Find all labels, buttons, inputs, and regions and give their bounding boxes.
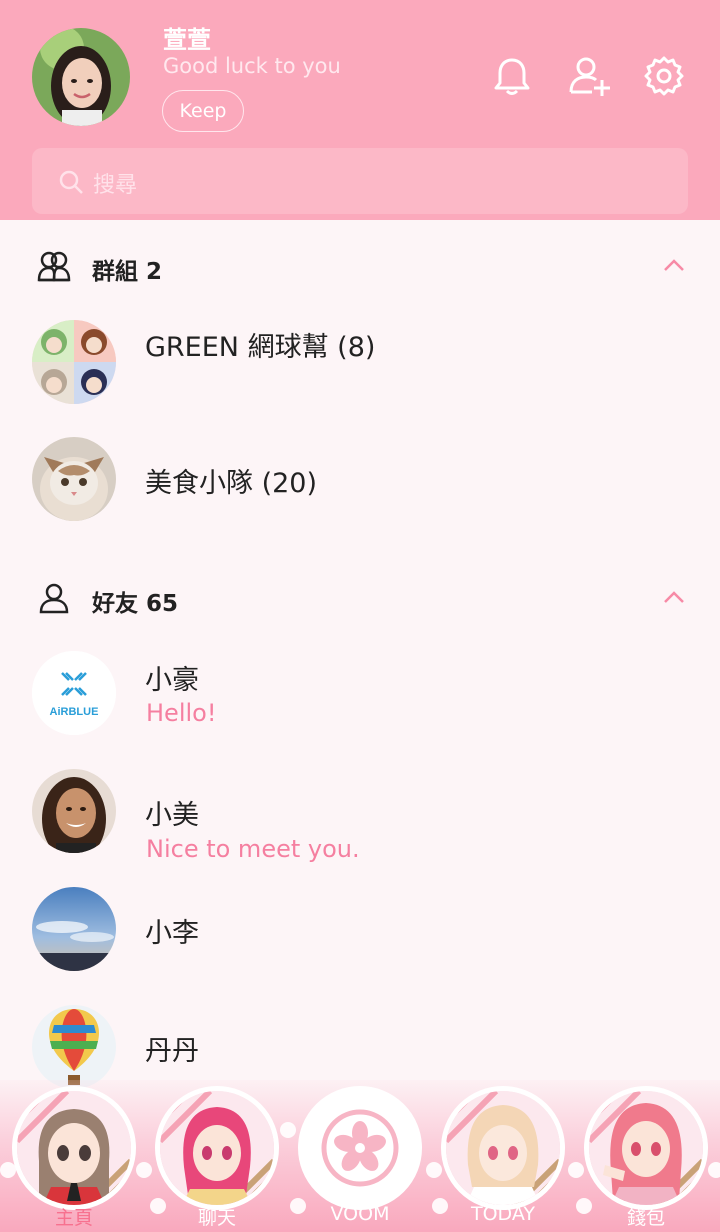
decorative-dot [280,1122,296,1138]
group-avatar [32,437,116,521]
friend-avatar: AiRBLUE [32,651,116,735]
tab-voom[interactable]: VOOM [298,1086,422,1226]
profile-avatar[interactable] [32,28,130,126]
tab-chat[interactable]: 聊天 [155,1086,279,1229]
bell-icon[interactable] [490,54,534,98]
decorative-dot [568,1162,584,1178]
profile-status-message[interactable]: Good luck to you [163,54,341,78]
friends-section-header[interactable]: 好友 65 [0,568,720,628]
airblue-logo-text: AiRBLUE [50,706,99,718]
chevron-up-icon[interactable] [660,586,688,608]
profile-name: 萱萱 [163,26,211,54]
list-item-group[interactable]: GREEN 網球幫 (8) [0,320,720,430]
profile-header: 萱萱 Good luck to you Keep 搜尋 [0,0,720,220]
tab-wallet-label: 錢包 [626,1207,665,1229]
tab-home-label: 主頁 [54,1207,93,1229]
airblue-logo-icon: AiRBLUE [32,651,116,735]
group-icon [37,251,71,282]
decorative-dot [136,1162,152,1178]
home-tab-icon [12,1086,136,1210]
groups-section-header[interactable]: 群組 2 [0,236,720,296]
list-item-friend[interactable]: 小美 Nice to meet you. [0,769,720,879]
decorative-dot [708,1162,720,1178]
tab-today-label: TODAY [471,1203,535,1225]
search-icon [59,170,83,194]
tab-wallet[interactable]: 錢包 [584,1086,708,1229]
chevron-up-icon[interactable] [660,254,688,276]
friend-status-message: Nice to meet you. [146,835,360,863]
friend-name: 小美 [145,800,199,831]
sakura-icon [303,1091,417,1205]
friend-name: 丹丹 [145,1036,199,1067]
friend-avatar [32,769,116,853]
group-name: GREEN 網球幫 (8) [145,332,376,363]
tab-chat-label: 聊天 [197,1207,236,1229]
search-input[interactable]: 搜尋 [32,148,688,214]
list-item-friend[interactable]: 小李 [0,887,720,997]
friend-name: 小李 [145,918,199,949]
list-item-group[interactable]: 美食小隊 (20) [0,437,720,547]
friend-status-message: Hello! [146,699,217,727]
decorative-dot [426,1162,442,1178]
bottom-navigation-bar: 主頁 聊天 VOOM TODAY 錢包 [0,1080,720,1232]
voom-tab-icon [298,1086,422,1210]
search-placeholder: 搜尋 [93,173,138,198]
settings-icon[interactable] [642,54,686,98]
group-name: 美食小隊 (20) [145,468,318,499]
friend-icon [39,583,69,614]
today-tab-icon [441,1086,565,1210]
chat-tab-icon [155,1086,279,1210]
friend-name: 小豪 [145,665,199,696]
add-friend-icon[interactable] [568,54,612,98]
group-avatar [32,320,116,404]
tab-today[interactable]: TODAY [441,1086,565,1226]
friend-avatar [32,1005,116,1089]
friend-avatar [32,887,116,971]
list-item-friend[interactable]: AiRBLUE 小豪 Hello! [0,651,720,761]
friends-section-title: 好友 65 [92,591,179,617]
tab-voom-label: VOOM [330,1203,390,1225]
groups-section-title: 群組 2 [92,259,163,285]
wallet-tab-icon [584,1086,708,1210]
keep-button[interactable]: Keep [162,90,244,132]
tab-home[interactable]: 主頁 [12,1086,136,1229]
